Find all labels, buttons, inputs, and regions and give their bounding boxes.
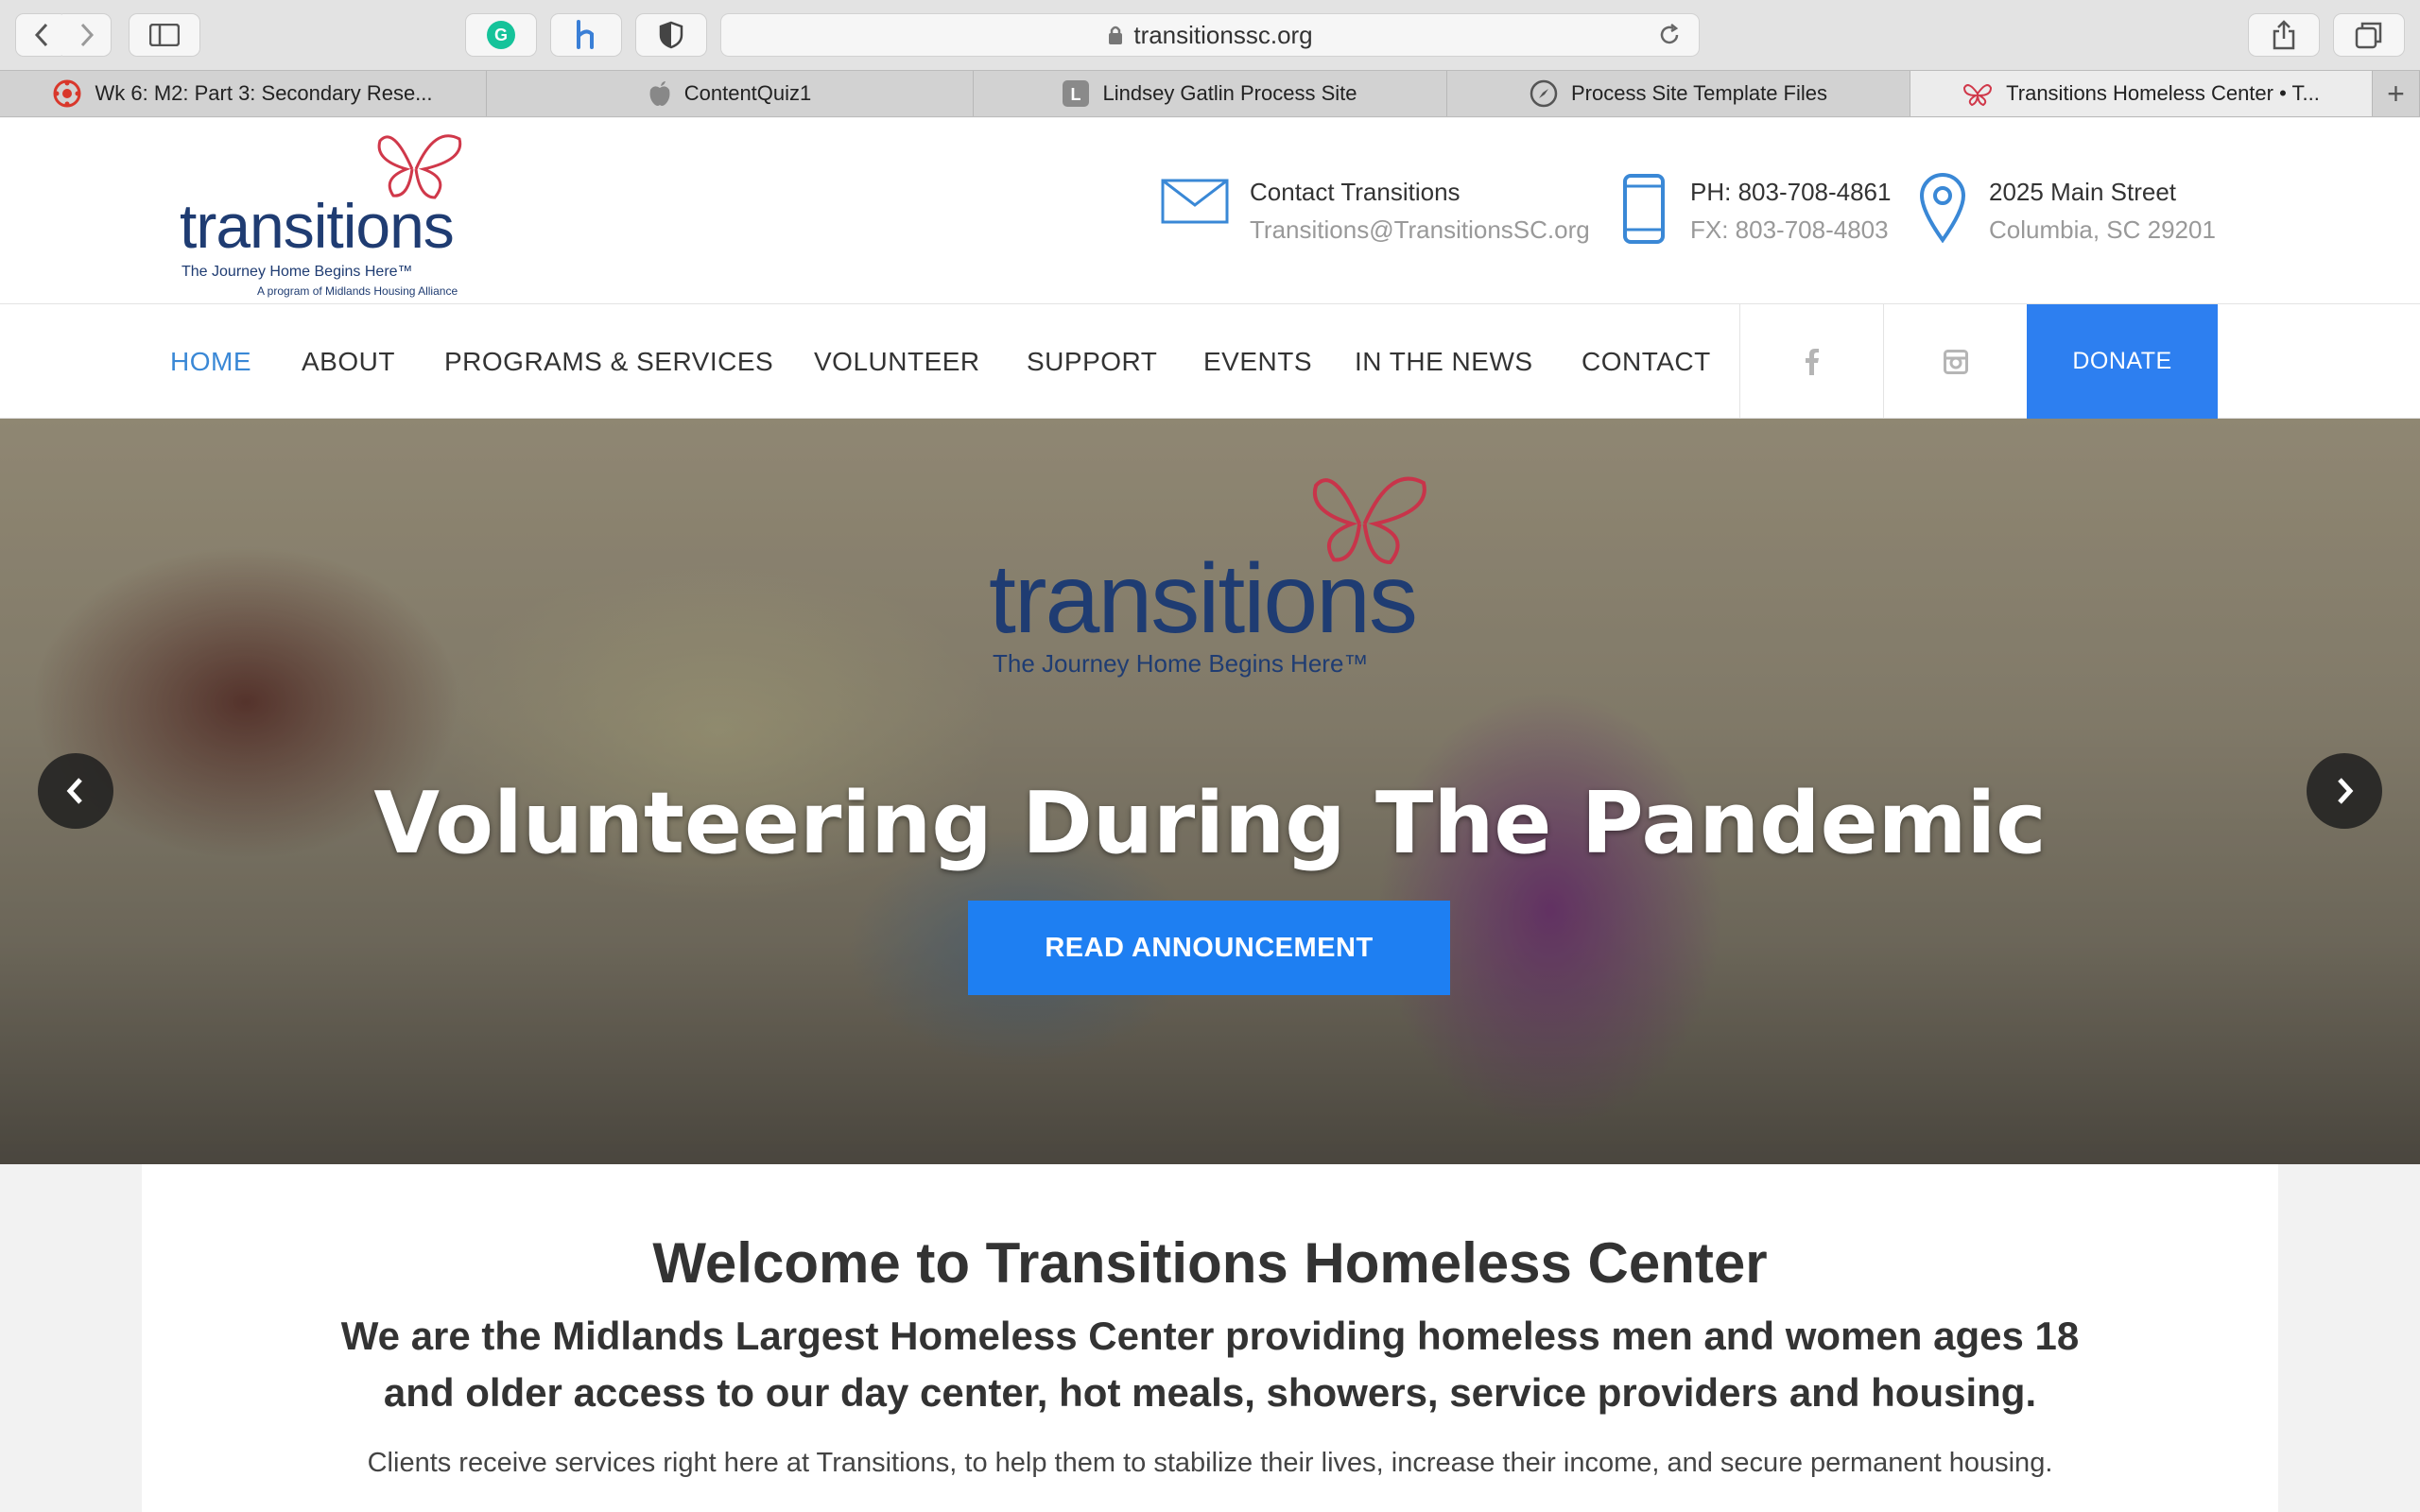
tab-transitions[interactable]: Transitions Homeless Center • T... (1910, 71, 2373, 116)
tab-label: ContentQuiz1 (683, 81, 812, 105)
plus-icon: + (2387, 76, 2405, 111)
back-button[interactable] (15, 13, 68, 57)
subtitle-line-1: We are the Midlands Largest Homeless Cen… (340, 1314, 2080, 1358)
share-icon (2273, 20, 2295, 50)
subtitle-line-2: and older access to our day center, hot … (383, 1370, 2037, 1415)
welcome-heading: Welcome to Transitions Homeless Center (652, 1231, 1768, 1295)
chevron-right-icon (80, 23, 94, 47)
logo-program-line: A program of Midlands Housing Alliance (257, 284, 458, 298)
sidebar-icon (149, 24, 180, 46)
address-bar[interactable]: transitionssc.org (720, 13, 1700, 57)
shield-icon (659, 21, 683, 49)
browser-toolbar: G transitionssc.org (0, 0, 2420, 70)
facebook-icon (1805, 348, 1819, 375)
grammarly-extension-button[interactable]: G (465, 13, 537, 57)
hero-title: Volunteering During The Pandemic (373, 774, 2047, 873)
nav-in-the-news[interactable]: IN THE NEWS (1355, 304, 1533, 419)
read-announcement-button[interactable]: READ ANNOUNCEMENT (968, 901, 1450, 995)
instagram-link[interactable] (1883, 304, 2027, 419)
privacy-extension-button[interactable] (635, 13, 707, 57)
tab-label: Lindsey Gatlin Process Site (1102, 81, 1357, 105)
share-button[interactable] (2248, 13, 2320, 57)
site-header: transitions The Journey Home Begins Here… (0, 118, 2420, 304)
honey-extension-button[interactable] (550, 13, 622, 57)
tab-overview-button[interactable] (2333, 13, 2405, 57)
contact-email-block[interactable]: Contact Transitions Transitions@Transiti… (1161, 173, 1590, 249)
welcome-paragraph: Clients receive services right here at T… (367, 1448, 2053, 1478)
svg-text:G: G (494, 26, 508, 44)
grammarly-icon: G (487, 21, 515, 49)
map-pin-icon (1919, 173, 1966, 243)
tab-label: Process Site Template Files (1570, 81, 1828, 105)
lock-icon (1109, 26, 1123, 44)
envelope-icon (1161, 179, 1229, 224)
chevron-left-icon (66, 778, 82, 804)
tab-contentquiz[interactable]: ContentQuiz1 (487, 71, 974, 116)
nav-programs-services[interactable]: PROGRAMS & SERVICES (444, 304, 773, 419)
chevron-right-icon (2338, 778, 2354, 804)
address-street: 2025 Main Street (1989, 178, 2177, 206)
nav-home[interactable]: HOME (170, 304, 251, 419)
svg-text:L: L (1071, 85, 1081, 104)
contact-phone-block: PH: 803-708-4861 FX: 803-708-4803 (1622, 173, 1891, 249)
hero-logo: transitions The Journey Home Begins Here… (983, 476, 1475, 678)
nav-contact[interactable]: CONTACT (1582, 304, 1711, 419)
donate-button[interactable]: DONATE (2027, 304, 2218, 419)
forward-button[interactable] (62, 13, 112, 57)
contact-label: Contact Transitions (1250, 178, 1461, 206)
tab-process-site[interactable]: L Lindsey Gatlin Process Site (974, 71, 1447, 116)
hero-logo-tagline: The Journey Home Begins Here™ (993, 649, 1369, 678)
welcome-subtitle: We are the Midlands Largest Homeless Cen… (265, 1308, 2155, 1421)
tab-bar: Wk 6: M2: Part 3: Secondary Rese... Cont… (0, 70, 2420, 117)
contact-address-block: 2025 Main Street Columbia, SC 29201 (1919, 173, 2216, 249)
slider-next-button[interactable] (2307, 753, 2382, 829)
main-navigation: HOME ABOUT PROGRAMS & SERVICES VOLUNTEER… (0, 304, 2420, 419)
reload-icon[interactable] (1657, 23, 1682, 47)
facebook-link[interactable] (1739, 304, 1883, 419)
tab-label: Transitions Homeless Center • T... (2006, 81, 2320, 105)
welcome-section: Welcome to Transitions Homeless Center W… (142, 1164, 2278, 1512)
tab-canvas[interactable]: Wk 6: M2: Part 3: Secondary Rese... (0, 71, 487, 116)
hero-slider: transitions The Journey Home Begins Here… (0, 419, 2420, 1164)
site-logo[interactable]: transitions The Journey Home Begins Here… (176, 128, 497, 298)
contact-email[interactable]: Transitions@TransitionsSC.org (1250, 211, 1590, 249)
nav-about[interactable]: ABOUT (302, 304, 395, 419)
logo-tagline: The Journey Home Begins Here™ (182, 264, 413, 280)
mobile-phone-icon (1623, 174, 1665, 244)
chevron-left-icon (34, 23, 48, 47)
honey-h-icon (577, 20, 594, 49)
butterfly-icon (1962, 80, 1993, 107)
nav-support[interactable]: SUPPORT (1027, 304, 1157, 419)
address-city: Columbia, SC 29201 (1989, 215, 2216, 244)
tab-label: Wk 6: M2: Part 3: Secondary Rese... (95, 81, 433, 105)
slider-prev-button[interactable] (38, 753, 113, 829)
phone-number[interactable]: PH: 803-708-4861 (1690, 173, 1891, 211)
nav-volunteer[interactable]: VOLUNTEER (814, 304, 980, 419)
new-tab-button[interactable]: + (2373, 71, 2420, 116)
canvas-icon (53, 79, 81, 108)
sidebar-button[interactable] (129, 13, 200, 57)
tab-template-files[interactable]: Process Site Template Files (1447, 71, 1910, 116)
nav-events[interactable]: EVENTS (1203, 304, 1312, 419)
tabs-overview-icon (2355, 22, 2382, 49)
url-text: transitionssc.org (1133, 20, 1313, 49)
hero-logo-wordmark: transitions (989, 544, 1418, 654)
apple-icon (648, 80, 671, 107)
instagram-icon (1943, 349, 1968, 374)
logo-wordmark: transitions (180, 191, 455, 261)
letter-l-icon: L (1063, 80, 1090, 107)
fax-number: FX: 803-708-4803 (1690, 215, 1889, 244)
compass-icon (1530, 79, 1558, 108)
